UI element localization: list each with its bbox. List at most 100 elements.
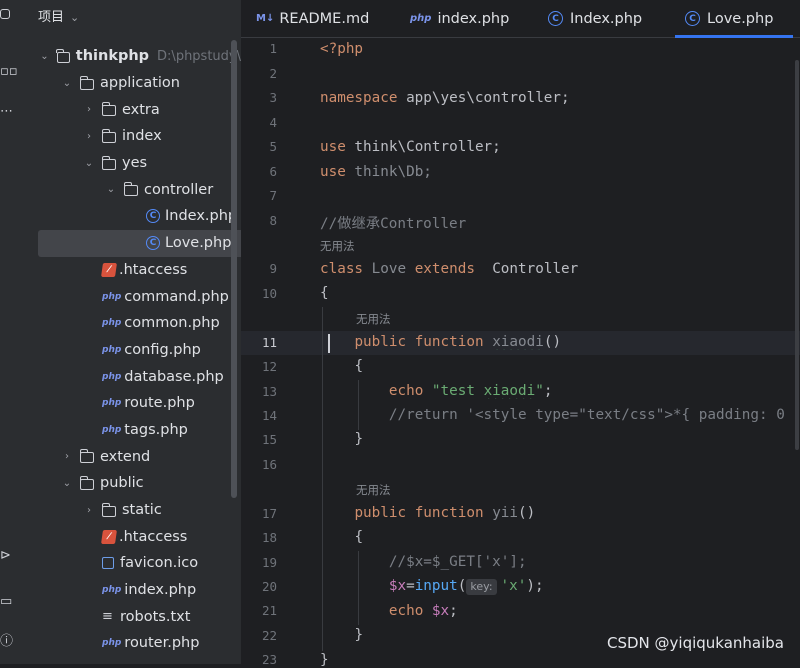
brace: { xyxy=(354,358,364,374)
tab-index-php[interactable]: php index.php xyxy=(410,0,509,37)
code-line-17[interactable]: public function yii() xyxy=(320,505,800,521)
class-name: Love xyxy=(371,261,407,277)
parameter-hint: key: xyxy=(466,579,497,595)
folder-icon xyxy=(79,475,94,490)
code-line-1[interactable]: <?php xyxy=(320,41,800,57)
folder-icon xyxy=(123,182,138,197)
tree-item[interactable]: ⌄ thinkphp D:\phpstudy\ xyxy=(20,43,241,70)
tree-item[interactable]: ›phpconfig.php xyxy=(20,337,241,364)
chevron-down-icon[interactable]: ⌄ xyxy=(104,184,118,195)
usage-hint[interactable]: 无用法 xyxy=(320,238,355,254)
tree-item-label: index.php xyxy=(124,582,197,599)
tree-item[interactable]: ›phprouter.php xyxy=(20,630,241,657)
chevron-down-icon[interactable]: ⌄ xyxy=(70,11,79,24)
code-line-3[interactable]: namespace app\yes\controller; xyxy=(320,90,800,106)
project-tree: ⌄ thinkphp D:\phpstudy\ ⌄ application › extra ›… xyxy=(20,43,241,657)
code-line-10[interactable]: { xyxy=(320,285,800,301)
variable: $x xyxy=(388,578,407,594)
keyword: namespace xyxy=(320,90,398,106)
code-line-14[interactable]: //return '<style type="text/css">*{ padd… xyxy=(320,407,800,423)
project-scrollbar[interactable] xyxy=(231,40,237,498)
tree-item[interactable]: ›phptags.php xyxy=(20,417,241,444)
folder-icon xyxy=(56,48,70,63)
tree-item-label: tags.php xyxy=(124,421,188,438)
tree-item-label: command.php xyxy=(124,288,229,305)
tree-item[interactable]: ›favicon.ico xyxy=(20,550,241,577)
tab-label: Love.php xyxy=(707,10,774,27)
line-number: 21 xyxy=(261,603,277,618)
line-number: 6 xyxy=(269,164,277,179)
tree-item-label: config.php xyxy=(124,341,201,358)
keyword: use xyxy=(320,139,346,155)
line-number: 17 xyxy=(261,506,277,521)
tree-item[interactable]: › extend xyxy=(20,443,241,470)
code-line-18[interactable]: { xyxy=(320,529,800,545)
code-line-9[interactable]: class Love extends Controller xyxy=(320,261,800,277)
chevron-right-icon[interactable]: › xyxy=(60,451,74,462)
comment: //做继承Controller xyxy=(320,216,467,232)
tree-item[interactable]: › static xyxy=(20,497,241,524)
line-number: 7 xyxy=(269,188,277,203)
project-panel-header[interactable]: 项目 ⌄ xyxy=(38,6,79,25)
tab-love-php[interactable]: C Love.php xyxy=(674,0,794,38)
tree-item[interactable]: ⌄ controller xyxy=(20,176,241,203)
tree-item[interactable]: ›phproute.php xyxy=(20,390,241,417)
tree-item[interactable]: ›⁄.htaccess xyxy=(20,257,241,284)
line-number: 11 xyxy=(261,335,277,350)
notifications-tool-icon[interactable]: ⓘ xyxy=(0,634,16,650)
tree-item[interactable]: ›phpcommand.php xyxy=(20,283,241,310)
tree-item[interactable]: ⌄ public xyxy=(20,470,241,497)
tree-item[interactable]: ⌄ application xyxy=(20,70,241,97)
tab-readme[interactable]: M↓ README.md xyxy=(256,0,369,37)
code-line-11[interactable]: public function xiaodi() xyxy=(320,334,800,350)
more-tools-icon[interactable]: ⋯ xyxy=(0,104,16,120)
code-line-21[interactable]: echo $x; xyxy=(320,603,800,619)
code-line-12[interactable]: { xyxy=(320,358,800,374)
chevron-right-icon[interactable]: › xyxy=(82,505,96,516)
tree-item[interactable]: ›⁄.htaccess xyxy=(20,523,241,550)
structure-tool-icon[interactable]: ▫▫ xyxy=(0,64,18,80)
chevron-down-icon[interactable]: ⌄ xyxy=(60,78,74,89)
tree-item-label: .htaccess xyxy=(119,528,188,545)
tree-item-label: route.php xyxy=(124,395,195,412)
problems-tool-icon[interactable]: ▭ xyxy=(0,594,16,610)
code-line-13[interactable]: echo "test xiaodi"; xyxy=(320,383,800,399)
php-icon: php xyxy=(102,638,122,649)
string: 'x' xyxy=(500,578,527,594)
chevron-down-icon[interactable]: ⌄ xyxy=(38,51,51,62)
line-number: 4 xyxy=(269,115,277,130)
chevron-right-icon[interactable]: › xyxy=(82,104,96,115)
string: "test xyxy=(431,383,484,399)
code-line-20[interactable]: $x=input(key:'x'); xyxy=(320,578,800,595)
code-line-15[interactable]: } xyxy=(320,431,800,447)
tree-item[interactable]: › extra xyxy=(20,96,241,123)
code-line-23[interactable]: } xyxy=(320,652,800,668)
tree-item[interactable]: ›phpcommon.php xyxy=(20,310,241,337)
tree-item[interactable]: ›CLove.php xyxy=(38,229,241,257)
usage-hint[interactable]: 无用法 xyxy=(356,482,391,498)
tree-item[interactable]: ⌄ yes xyxy=(20,150,241,177)
chevron-down-icon[interactable]: ⌄ xyxy=(82,158,96,169)
chevron-down-icon[interactable]: ⌄ xyxy=(60,478,74,489)
keyword: public xyxy=(354,505,407,521)
code-line-19[interactable]: //$x=$_GET['x']; xyxy=(320,554,800,570)
tree-item[interactable]: ›phpdatabase.php xyxy=(20,363,241,390)
php-icon: php xyxy=(102,344,122,355)
keyword: use xyxy=(320,164,346,180)
terminal-tool-icon[interactable]: ⊳ xyxy=(0,548,16,564)
line-number: 16 xyxy=(261,457,277,472)
usage-hint[interactable]: 无用法 xyxy=(356,311,391,327)
tree-item[interactable]: ›phpindex.php xyxy=(20,577,241,604)
chevron-right-icon[interactable]: › xyxy=(82,131,96,142)
editor-scrollbar[interactable] xyxy=(795,60,799,450)
tree-item[interactable]: ›≡robots.txt xyxy=(20,603,241,630)
tree-item[interactable]: › index xyxy=(20,123,241,150)
code-line-8[interactable]: //做继承Controller xyxy=(320,212,800,233)
brace: { xyxy=(354,529,364,545)
tab-index-class[interactable]: C Index.php xyxy=(548,0,642,37)
tree-item[interactable]: ›CIndex.php xyxy=(20,203,241,230)
project-tool-icon[interactable] xyxy=(0,9,10,19)
tab-label: README.md xyxy=(279,10,370,27)
code-line-6[interactable]: use think\Db; xyxy=(320,164,800,180)
code-line-5[interactable]: use think\Controller; xyxy=(320,139,800,155)
